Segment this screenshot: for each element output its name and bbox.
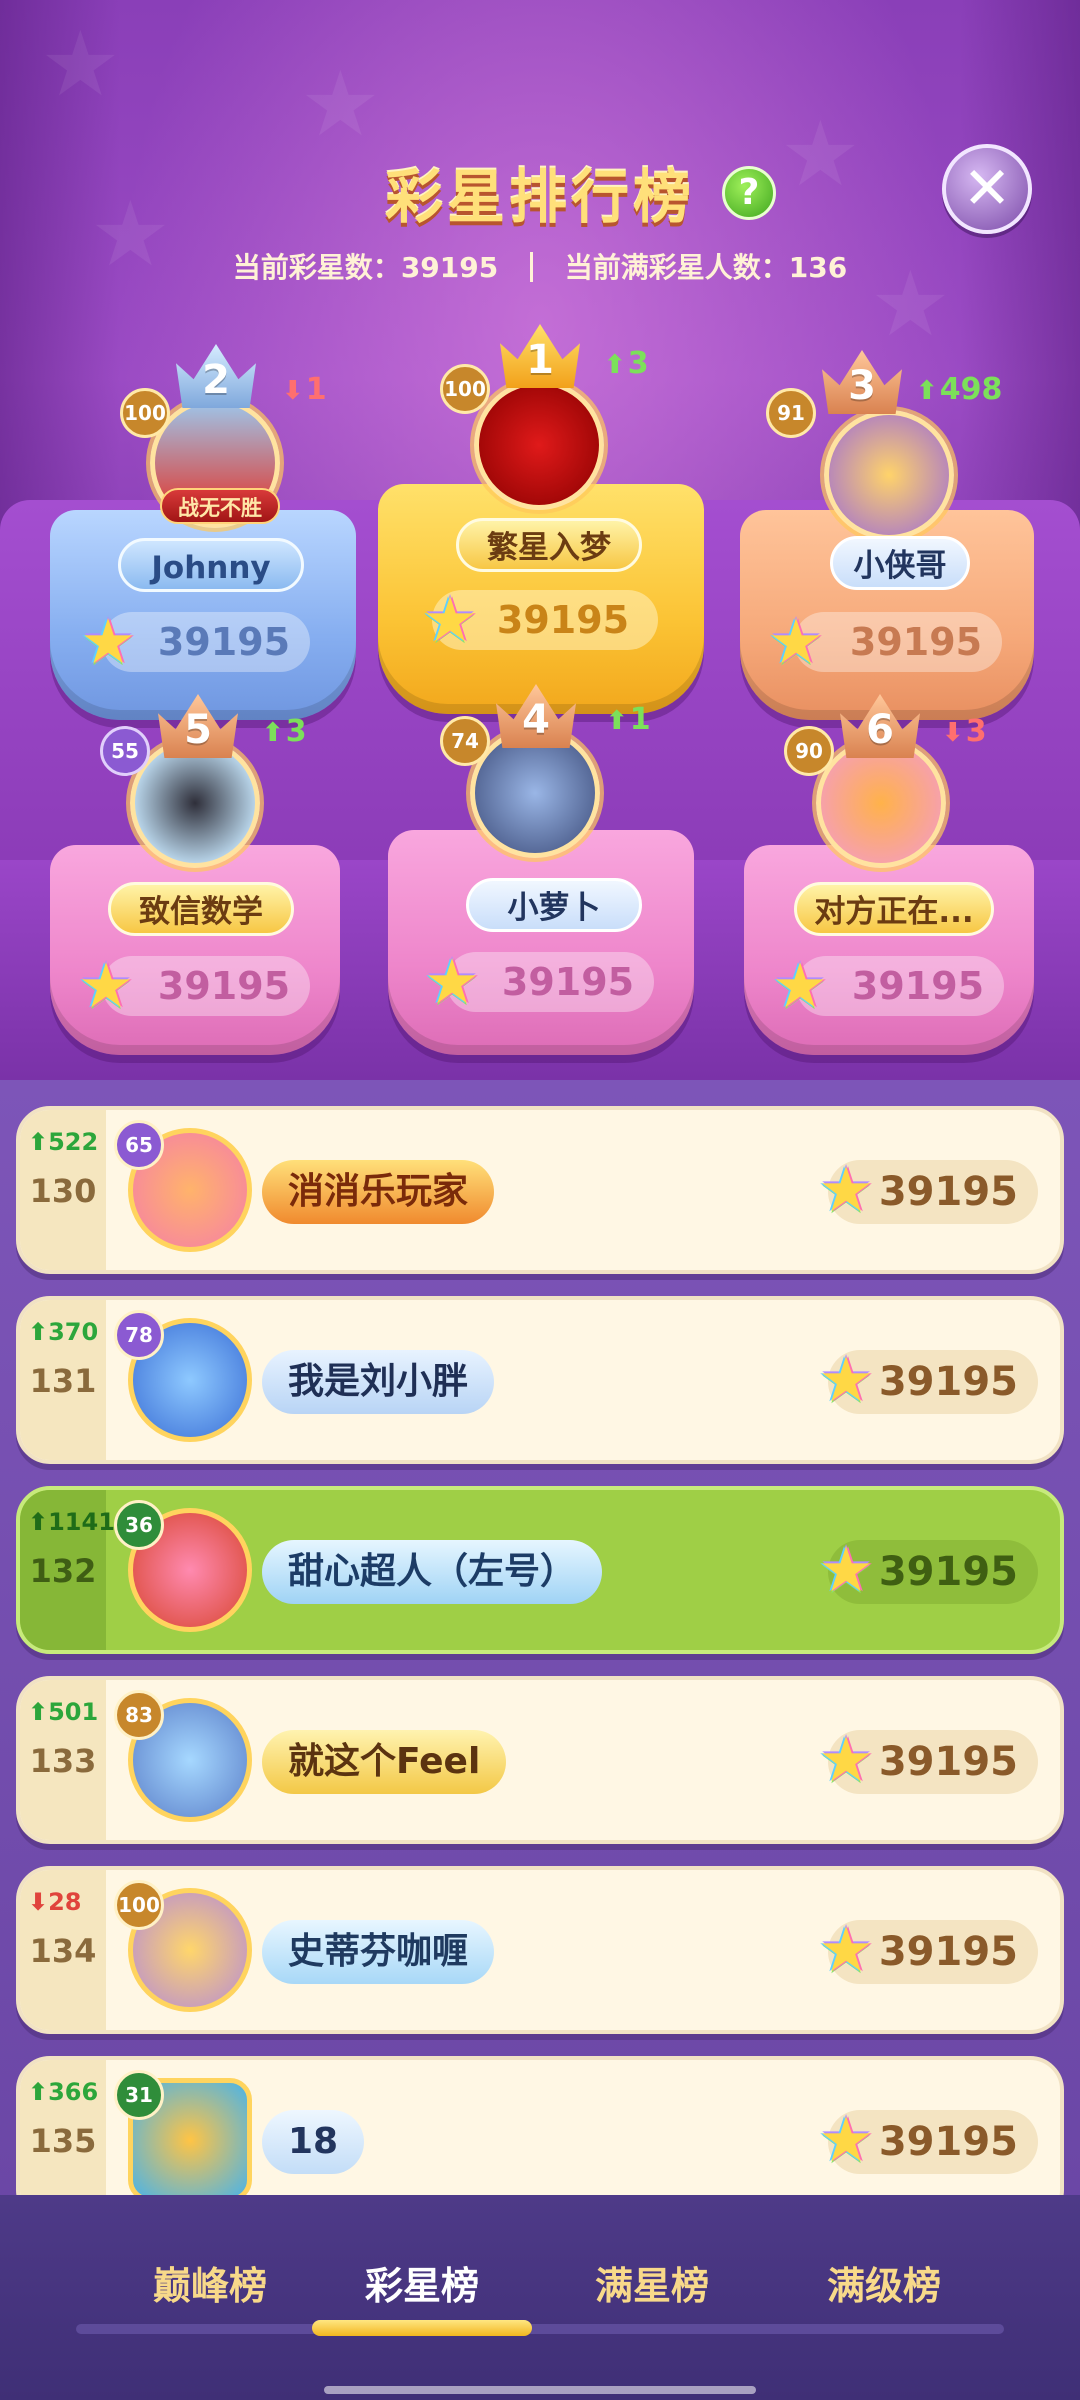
level-badge: 90 <box>784 726 834 776</box>
home-indicator[interactable] <box>324 2386 756 2394</box>
level-badge: 36 <box>114 1500 164 1550</box>
rank-number: 134 <box>29 1932 97 1970</box>
level-badge: 74 <box>440 716 490 766</box>
rainbow-star-icon: ★ <box>772 949 828 1022</box>
full-star-value: 136 <box>788 251 848 284</box>
player-name: 就这个Feel <box>262 1730 507 1794</box>
tab-fulllevel[interactable]: 满级榜 <box>784 2255 984 2310</box>
arrow-up-icon: ⬆ <box>604 350 626 380</box>
question-icon[interactable]: ? <box>722 166 776 220</box>
current-stars-value: 39195 <box>400 251 499 284</box>
level-badge: 83 <box>114 1690 164 1740</box>
rank-change: ⬇28 <box>28 1888 82 1916</box>
tab-indicator <box>312 2320 532 2336</box>
list-item[interactable]: ⬆370 131 78 我是刘小胖 39195 ★ <box>16 1296 1064 1464</box>
rank-change: ⬆501 <box>28 1698 99 1726</box>
rank-change: ⬆370 <box>28 1318 99 1346</box>
rank-number: 130 <box>29 1172 97 1210</box>
close-icon[interactable]: ✕ <box>942 144 1032 234</box>
ranking-list[interactable]: ⬆522 130 65 消消乐玩家 39195 ★ ⬆370 131 78 我是… <box>0 1080 1080 2195</box>
rank-change: ⬆3 <box>604 346 649 381</box>
crown-bronze-icon: 4 <box>496 684 576 748</box>
stats-divider <box>529 252 533 282</box>
rank-change: ⬆1 <box>606 702 651 737</box>
rank-change: ⬆522 <box>28 1128 99 1156</box>
crown-bronze-icon: 5 <box>158 694 238 758</box>
bg-star-icon: ★ <box>300 52 381 157</box>
arrow-up-icon: ⬆ <box>916 376 938 406</box>
level-badge: 100 <box>120 388 170 438</box>
rainbow-star-icon: ★ <box>818 1533 874 1606</box>
level-badge: 100 <box>440 364 490 414</box>
player-name: 史蒂芬咖喱 <box>262 1920 495 1984</box>
list-item[interactable]: ⬆501 133 83 就这个Feel 39195 ★ <box>16 1676 1064 1844</box>
level-badge: 78 <box>114 1310 164 1360</box>
player-name: 小萝卜 <box>466 878 642 932</box>
tab-colorstar[interactable]: 彩星榜 <box>322 2255 522 2310</box>
player-name: 繁星入梦 <box>456 518 642 572</box>
level-badge: 91 <box>766 388 816 438</box>
avatar-rank-3[interactable] <box>824 410 954 540</box>
player-name: 消消乐玩家 <box>262 1160 495 1224</box>
crown-silver-icon: 2 <box>176 344 256 408</box>
rainbow-star-icon: ★ <box>424 945 480 1018</box>
rainbow-star-icon: ★ <box>818 2103 874 2176</box>
crown-gold-icon: 1 <box>500 324 580 388</box>
rainbow-star-icon: ★ <box>78 949 134 1022</box>
leaderboard-screen: ★ ★ ★ ★ ★ 彩星排行榜 ? ✕ 当前彩星数：39195 当前满彩星人数：… <box>0 0 1080 2400</box>
level-badge: 65 <box>114 1120 164 1170</box>
rank-change: ⬇3 <box>942 714 987 749</box>
rank-number: 133 <box>29 1742 97 1780</box>
rank-number: 131 <box>29 1362 97 1400</box>
title-badge: 战无不胜 <box>160 488 280 524</box>
list-item[interactable]: ⬇28 134 100 史蒂芬咖喱 39195 ★ <box>16 1866 1064 2034</box>
rainbow-star-icon: ★ <box>818 1343 874 1416</box>
rank-change: ⬆3 <box>262 714 307 749</box>
rank-change: ⬆366 <box>28 2078 99 2106</box>
crown-bronze-icon: 3 <box>822 350 902 414</box>
rainbow-star-icon: ★ <box>80 605 136 678</box>
list-item[interactable]: ⬆366 135 31 18 39195 ★ <box>16 2056 1064 2195</box>
rainbow-star-icon: ★ <box>818 1913 874 1986</box>
level-badge: 100 <box>114 1880 164 1930</box>
podium-block-4[interactable] <box>388 830 694 1055</box>
player-name: 我是刘小胖 <box>262 1350 495 1414</box>
tab-peak[interactable]: 巅峰榜 <box>110 2255 310 2310</box>
player-name: 小侠哥 <box>830 536 970 590</box>
rainbow-star-icon: ★ <box>818 1723 874 1796</box>
page-title: 彩星排行榜 <box>384 163 695 231</box>
rank-change: ⬇1 <box>282 372 327 407</box>
list-item-self[interactable]: ⬆1141 132 36 甜心超人（左号） 39195 ★ <box>16 1486 1064 1654</box>
rank-number: 135 <box>29 2122 97 2160</box>
level-badge: 31 <box>114 2070 164 2120</box>
rank-change: ⬆1141 <box>28 1508 115 1536</box>
level-badge: 55 <box>100 726 150 776</box>
player-name: Johnny <box>118 538 304 592</box>
current-stars-label: 当前彩星数： <box>232 251 401 284</box>
rainbow-star-icon: ★ <box>768 605 824 678</box>
arrow-up-icon: ⬆ <box>606 706 628 736</box>
player-name: 对方正在... <box>794 882 994 936</box>
title-row: 彩星排行榜 <box>0 150 1080 234</box>
rank-change: ⬆498 <box>916 372 1003 407</box>
list-item[interactable]: ⬆522 130 65 消消乐玩家 39195 ★ <box>16 1106 1064 1274</box>
rainbow-star-icon: ★ <box>422 583 478 656</box>
player-name: 18 <box>262 2110 365 2174</box>
rank-number: 132 <box>29 1552 97 1590</box>
player-name: 甜心超人（左号） <box>262 1540 603 1604</box>
rainbow-star-icon: ★ <box>818 1153 874 1226</box>
arrow-down-icon: ⬇ <box>282 376 304 406</box>
stats-row: 当前彩星数：39195 当前满彩星人数：136 <box>0 246 1080 286</box>
avatar-rank-1[interactable] <box>474 380 604 510</box>
crown-bronze-icon: 6 <box>840 694 920 758</box>
arrow-down-icon: ⬇ <box>942 718 964 748</box>
arrow-up-icon: ⬆ <box>262 718 284 748</box>
player-name: 致信数学 <box>108 882 294 936</box>
bg-star-icon: ★ <box>40 12 121 117</box>
tab-track <box>76 2324 1004 2334</box>
full-star-label: 当前满彩星人数： <box>564 251 789 284</box>
tab-bar: 巅峰榜 彩星榜 满星榜 满级榜 <box>0 2195 1080 2400</box>
tab-fullstar[interactable]: 满星榜 <box>552 2255 752 2310</box>
